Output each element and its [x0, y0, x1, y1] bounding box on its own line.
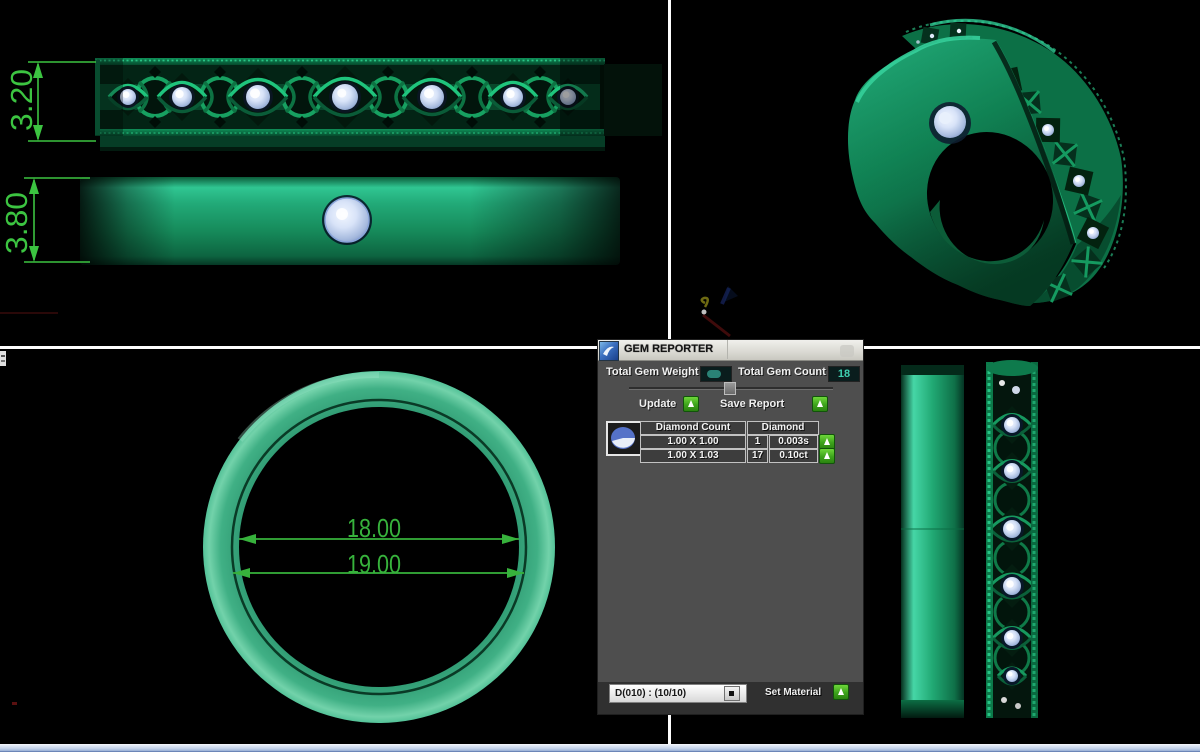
svg-text:18.00: 18.00 [347, 513, 401, 543]
svg-text:3.20: 3.20 [4, 69, 39, 131]
svg-text:19.00: 19.00 [347, 549, 401, 579]
svg-text:3.80: 3.80 [0, 192, 34, 254]
